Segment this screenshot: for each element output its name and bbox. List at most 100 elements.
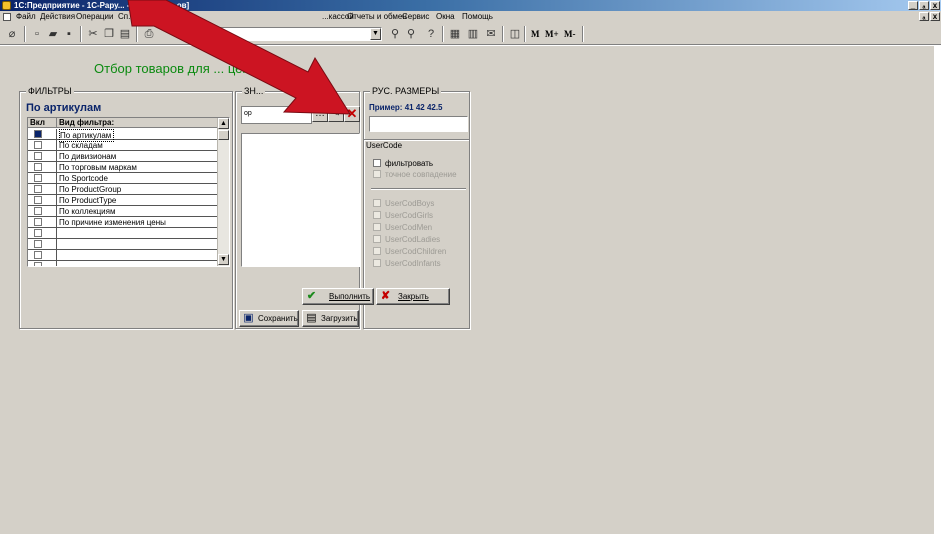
row-checkbox[interactable]	[34, 240, 42, 248]
row-checkbox[interactable]	[34, 130, 42, 138]
load-values-button[interactable]: ▤ Загрузить	[302, 310, 359, 327]
row-checkbox[interactable]	[34, 141, 42, 149]
menu-directories[interactable]: Сп...	[118, 11, 135, 23]
row-filter-label: По торговым маркам	[59, 163, 137, 172]
values-toolbar: ор … ✎ ✕	[241, 103, 360, 129]
row-checkbox[interactable]	[34, 174, 42, 182]
row-checkbox[interactable]	[34, 152, 42, 160]
menu-service[interactable]: Сервис	[402, 11, 429, 23]
table-row[interactable]: По дивизионам	[28, 151, 218, 162]
chat-icon[interactable]: ✉	[484, 27, 498, 41]
column-header-enabled[interactable]: Вкл	[28, 118, 57, 128]
filters-legend: ФИЛЬТРЫ	[26, 86, 74, 97]
grid-header: Вкл Вид фильтра:	[28, 118, 218, 128]
row-checkbox[interactable]	[34, 262, 42, 266]
menu-windows[interactable]: Окна	[436, 11, 455, 23]
scroll-thumb[interactable]	[218, 130, 229, 140]
row-checkbox[interactable]	[34, 163, 42, 171]
table-row[interactable]	[28, 228, 218, 239]
open-folder-icon[interactable]: ▰	[46, 27, 60, 41]
grid-scrollbar[interactable]: ▲ ▼	[217, 118, 229, 266]
restore-button[interactable]: ₐ	[919, 1, 929, 10]
menu-help[interactable]: Помощь	[462, 11, 493, 23]
filter-checkbox[interactable]: фильтровать	[373, 158, 433, 169]
run-button[interactable]: ✔ Выполнить	[302, 288, 374, 305]
checkbox-icon	[373, 199, 381, 207]
row-checkbox[interactable]	[34, 251, 42, 259]
doc-close-button[interactable]: x	[930, 12, 940, 21]
new-document-icon[interactable]: ▫	[30, 27, 44, 41]
menu-actions[interactable]: Действия	[40, 11, 75, 23]
find-icon[interactable]: ⚲	[388, 27, 402, 41]
minimize-button[interactable]: _	[908, 1, 918, 10]
calendar-icon[interactable]: ▥	[466, 27, 480, 41]
table-row[interactable]	[28, 261, 218, 266]
document-system-icon[interactable]	[3, 13, 11, 21]
chevron-down-icon[interactable]: ▼	[370, 28, 381, 40]
bookmark-icon[interactable]: ◫	[508, 27, 522, 41]
table-row[interactable]: По Sportcode	[28, 173, 218, 184]
usercode-checkbox[interactable]: UserCodGirls	[373, 210, 433, 221]
column-divider	[56, 173, 57, 184]
table-row[interactable]: По артикулам	[28, 129, 218, 142]
usercode-checkbox[interactable]: UserCodInfants	[373, 258, 441, 269]
save-icon[interactable]: ▪	[62, 27, 76, 41]
search-combo[interactable]: ▼	[200, 27, 382, 41]
value-edit-field[interactable]: ор	[241, 106, 312, 124]
usercode-checkbox[interactable]: UserCodMen	[373, 222, 432, 233]
usercode-checkbox[interactable]: UserCodChildren	[373, 246, 446, 257]
row-checkbox[interactable]	[34, 218, 42, 226]
save-values-button[interactable]: ▣ Сохранить	[239, 310, 299, 327]
values-list[interactable]	[241, 133, 360, 267]
exact-match-checkbox[interactable]: точное совпадение	[373, 169, 457, 180]
close-form-button[interactable]: ✘ Закрыть	[376, 288, 450, 305]
row-checkbox[interactable]	[34, 185, 42, 193]
table-row[interactable]	[28, 239, 218, 250]
scroll-up-icon[interactable]: ▲	[218, 118, 229, 129]
table-row[interactable]: По складам	[28, 140, 218, 151]
print-icon[interactable]: ⎙	[142, 27, 156, 41]
memory-button[interactable]: M	[531, 27, 540, 41]
row-checkbox[interactable]	[34, 229, 42, 237]
checkbox-icon	[373, 170, 381, 178]
doc-restore-button[interactable]: ₐ	[919, 12, 929, 21]
usercode-label: UserCodInfants	[385, 259, 441, 268]
column-header-filter-type[interactable]: Вид фильтра:	[57, 118, 218, 128]
find-next-icon[interactable]: ⚲	[404, 27, 418, 41]
menu-operations[interactable]: Операции	[76, 11, 113, 23]
eraser-icon[interactable]: ⌀	[5, 27, 19, 41]
table-row[interactable]	[28, 250, 218, 261]
help-icon[interactable]: ?	[424, 27, 438, 41]
row-checkbox[interactable]	[34, 207, 42, 215]
filters-grid[interactable]: Вкл Вид фильтра: По артикулам По складам П…	[27, 117, 230, 267]
filter-checkbox-label: фильтровать	[385, 159, 434, 168]
edit-icon[interactable]: ✎	[328, 106, 344, 122]
usercode-label: UserCodMen	[385, 223, 433, 232]
select-icon[interactable]: …	[312, 106, 328, 122]
close-window-button[interactable]: x	[930, 1, 940, 10]
table-row[interactable]: По коллекциям	[28, 206, 218, 217]
usercode-label: UserCodGirls	[385, 211, 434, 220]
paste-icon[interactable]: ▤	[118, 27, 132, 41]
table-row[interactable]: По ProductType	[28, 195, 218, 206]
table-row[interactable]: По торговым маркам	[28, 162, 218, 173]
scroll-down-icon[interactable]: ▼	[218, 254, 229, 265]
usercode-checkbox[interactable]: UserCodLadies	[373, 234, 440, 245]
copy-icon[interactable]: ❐	[102, 27, 116, 41]
table-row[interactable]: По ProductGroup	[28, 184, 218, 195]
menu-file[interactable]: Файл	[16, 11, 36, 23]
cut-icon[interactable]: ✂	[86, 27, 100, 41]
close-icon: ✘	[380, 290, 391, 302]
memory-minus-button[interactable]: M-	[564, 27, 576, 41]
memory-plus-button[interactable]: M+	[545, 27, 559, 41]
toolbar-separator	[136, 26, 138, 42]
usercode-checkbox[interactable]: UserCodBoys	[373, 198, 434, 209]
delete-icon[interactable]: ✕	[344, 106, 360, 122]
menu-reports[interactable]: Отчеты и обмен	[347, 11, 407, 23]
row-checkbox[interactable]	[34, 196, 42, 204]
calculator-icon[interactable]: ▦	[448, 27, 462, 41]
table-row[interactable]: По причине изменения цены	[28, 217, 218, 228]
sizes-input[interactable]	[369, 116, 468, 132]
column-divider	[56, 140, 57, 151]
checkbox-icon	[373, 223, 381, 231]
